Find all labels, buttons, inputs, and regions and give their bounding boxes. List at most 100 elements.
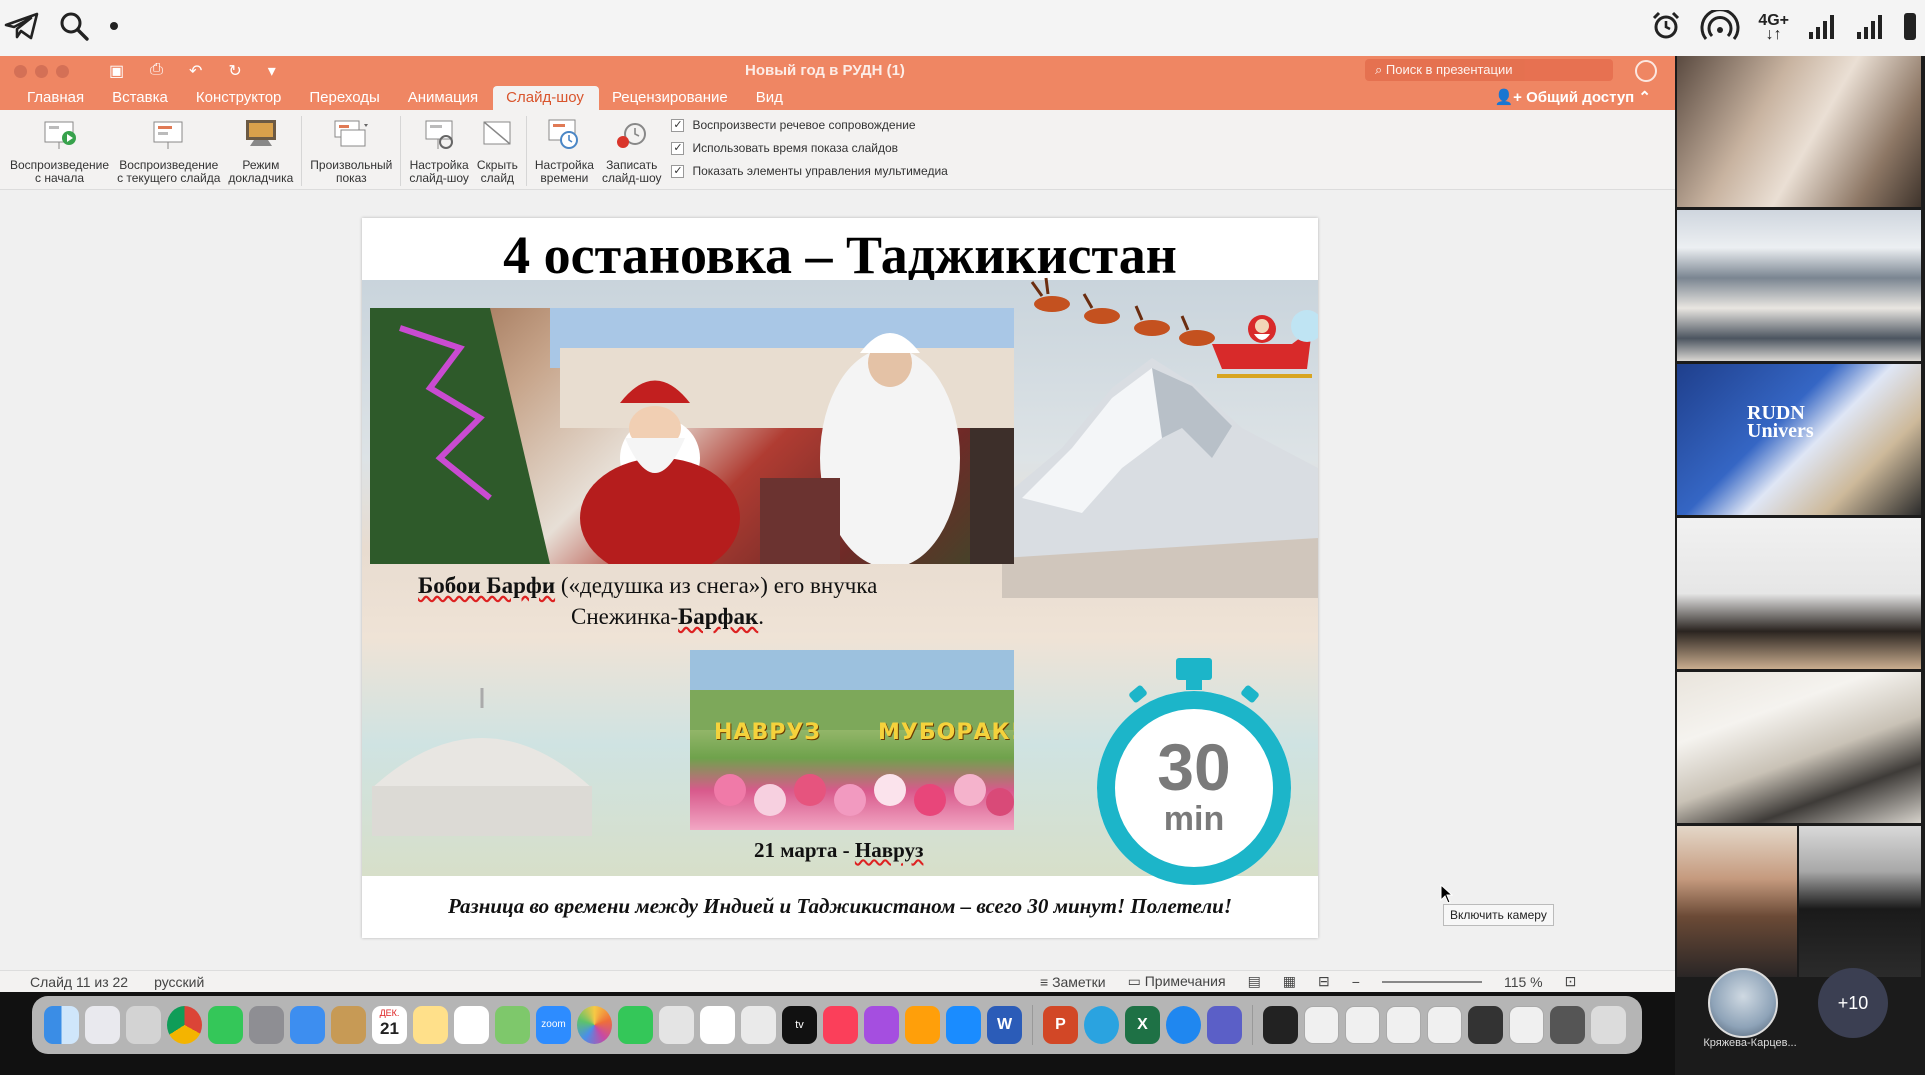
zoom-slider[interactable] bbox=[1381, 980, 1482, 983]
minimized-window-thumbnail[interactable] bbox=[1550, 1006, 1585, 1044]
video-tile[interactable] bbox=[1677, 672, 1921, 823]
chevron-down-icon[interactable]: ▾ bbox=[268, 61, 276, 81]
use-timings-checkbox[interactable]: ✓ Использовать время показа слайдов bbox=[671, 141, 947, 155]
slide-sorter-icon[interactable]: ▦ bbox=[1283, 973, 1296, 990]
telegram-icon[interactable] bbox=[1084, 1006, 1119, 1044]
record-slideshow-button[interactable]: Записать слайд-шоу bbox=[598, 116, 666, 185]
play-from-start-button[interactable]: Воспроизведение с начала bbox=[6, 116, 113, 185]
chrome-icon[interactable] bbox=[167, 1006, 202, 1044]
more-participants-button[interactable]: +10 bbox=[1818, 968, 1888, 1038]
launchpad-icon[interactable] bbox=[85, 1006, 120, 1044]
slide-caption-santa[interactable]: Бобои Барфи («дедушка из снега») его вну… bbox=[418, 570, 877, 632]
mail-icon[interactable] bbox=[290, 1006, 325, 1044]
screenshot-icon[interactable] bbox=[126, 1006, 161, 1044]
minimized-window-thumbnail[interactable] bbox=[1427, 1006, 1462, 1044]
hide-slide-button[interactable]: Скрыть слайд bbox=[473, 116, 522, 185]
slide-editing-area[interactable]: 4 остановка – Таджикистан Бобои Барфи («… bbox=[0, 190, 1675, 970]
play-narrations-checkbox[interactable]: ✓ Воспроизвести речевое сопровождение bbox=[671, 118, 947, 132]
video-tile[interactable] bbox=[1677, 56, 1921, 207]
contacts-icon[interactable] bbox=[331, 1006, 366, 1044]
custom-show-button[interactable]: Произвольный показ bbox=[306, 116, 396, 185]
slide[interactable]: 4 остановка – Таджикистан Бобои Барфи («… bbox=[362, 218, 1318, 938]
rehearse-timings-button[interactable]: Настройка времени bbox=[531, 116, 598, 185]
tab-review[interactable]: Рецензирование bbox=[599, 89, 743, 110]
notes-label: Заметки bbox=[1052, 973, 1106, 990]
presentation-view-icon[interactable]: ⊟ bbox=[1318, 973, 1330, 990]
minimized-window-thumbnail[interactable] bbox=[1345, 1006, 1380, 1044]
activity-monitor-icon[interactable] bbox=[1263, 1006, 1298, 1044]
video-tile[interactable] bbox=[1677, 826, 1797, 977]
excel-icon[interactable]: X bbox=[1125, 1006, 1160, 1044]
facetime-icon[interactable] bbox=[208, 1006, 243, 1044]
tab-animations[interactable]: Анимация bbox=[395, 89, 493, 110]
minimized-window-thumbnail[interactable] bbox=[1386, 1006, 1421, 1044]
tab-design[interactable]: Конструктор bbox=[183, 89, 297, 110]
notes-icon: ≡ bbox=[1040, 973, 1053, 990]
navruz-photo: НАВРУЗ МУБОРАК! bbox=[690, 650, 1014, 830]
music-icon[interactable] bbox=[823, 1006, 858, 1044]
app-store-icon[interactable] bbox=[946, 1006, 981, 1044]
safari-icon[interactable] bbox=[1166, 1006, 1201, 1044]
video-tile[interactable] bbox=[1677, 210, 1921, 361]
messages-icon[interactable] bbox=[618, 1006, 653, 1044]
apple-tv-icon[interactable]: tv bbox=[782, 1006, 817, 1044]
zoom-level[interactable]: 115 % bbox=[1504, 974, 1543, 990]
telegram-icon[interactable] bbox=[4, 11, 40, 46]
close-window-button[interactable] bbox=[14, 64, 27, 78]
video-tile[interactable] bbox=[1677, 518, 1921, 669]
podcasts-icon[interactable] bbox=[864, 1006, 899, 1044]
redo-icon[interactable]: ↻ bbox=[228, 61, 241, 81]
fit-to-window-icon[interactable]: ⊡ bbox=[1565, 973, 1577, 990]
minimized-window-thumbnail[interactable] bbox=[1304, 1006, 1339, 1044]
keynote-icon[interactable] bbox=[741, 1006, 776, 1044]
minimize-window-button[interactable] bbox=[35, 64, 48, 78]
maximize-window-button[interactable] bbox=[56, 64, 69, 78]
undo-icon[interactable]: ↶ bbox=[189, 61, 202, 81]
show-media-controls-checkbox[interactable]: ✓ Показать элементы управления мультимеди… bbox=[671, 164, 948, 178]
tab-home[interactable]: Главная bbox=[14, 89, 99, 110]
search-icon[interactable] bbox=[58, 10, 90, 47]
tab-transitions[interactable]: Переходы bbox=[296, 89, 394, 110]
books-icon[interactable] bbox=[905, 1006, 940, 1044]
tab-view[interactable]: Вид bbox=[743, 89, 798, 110]
finder-icon[interactable] bbox=[44, 1006, 79, 1044]
slide-caption-navruz[interactable]: 21 марта - Навруз bbox=[754, 838, 923, 863]
maps-icon[interactable] bbox=[495, 1006, 530, 1044]
teams-icon[interactable] bbox=[1207, 1006, 1242, 1044]
minimized-window-thumbnail[interactable] bbox=[1509, 1006, 1544, 1044]
zoom-app-icon[interactable]: zoom bbox=[536, 1006, 571, 1044]
word-icon[interactable]: W bbox=[987, 1006, 1022, 1044]
smiley-icon[interactable] bbox=[1635, 60, 1657, 82]
comments-button[interactable]: ▭ Примечания bbox=[1128, 973, 1226, 990]
tab-slideshow[interactable]: Слайд-шоу bbox=[493, 86, 599, 110]
button-label: с текущего слайда bbox=[117, 171, 221, 185]
photos-icon[interactable] bbox=[577, 1006, 612, 1044]
notes-button[interactable]: ≡ Заметки bbox=[1040, 974, 1106, 990]
share-button[interactable]: 👤+ Общий доступ ⌃ bbox=[1494, 88, 1651, 106]
presenter-view-button[interactable]: Режим докладчика bbox=[224, 116, 297, 185]
language-indicator[interactable]: русский bbox=[154, 974, 204, 990]
play-from-current-button[interactable]: Воспроизведение с текущего слайда bbox=[113, 116, 224, 185]
reminders-icon[interactable] bbox=[454, 1006, 489, 1044]
powerpoint-icon[interactable]: P bbox=[1043, 1006, 1078, 1044]
system-settings-icon[interactable] bbox=[249, 1006, 284, 1044]
calendar-icon[interactable]: ДЕК. 21 bbox=[372, 1006, 407, 1044]
video-tile[interactable] bbox=[1799, 826, 1921, 977]
window-controls[interactable] bbox=[14, 64, 69, 78]
trash-icon[interactable] bbox=[1591, 1006, 1626, 1044]
home-icon[interactable]: ▣ bbox=[109, 61, 124, 81]
avatar[interactable] bbox=[1708, 968, 1778, 1038]
tab-insert[interactable]: Вставка bbox=[99, 89, 183, 110]
numbers-icon[interactable] bbox=[700, 1006, 735, 1044]
freeform-icon[interactable] bbox=[659, 1006, 694, 1044]
video-tile[interactable]: RUDN Univers bbox=[1677, 364, 1921, 515]
normal-view-icon[interactable]: ▤ bbox=[1248, 973, 1261, 990]
checkbox-label: Использовать время показа слайдов bbox=[692, 141, 899, 155]
setup-slideshow-button[interactable]: Настройка слайд-шоу bbox=[405, 116, 473, 185]
search-input[interactable]: ⌕ Поиск в презентации bbox=[1365, 59, 1613, 81]
minimized-window-thumbnail[interactable] bbox=[1468, 1006, 1503, 1044]
zoom-out-icon[interactable]: − bbox=[1352, 974, 1360, 990]
save-icon[interactable]: ⎙ bbox=[150, 61, 163, 81]
notes-icon[interactable] bbox=[413, 1006, 448, 1044]
slide-footer-text[interactable]: Разница во времени между Индией и Таджик… bbox=[362, 894, 1318, 919]
